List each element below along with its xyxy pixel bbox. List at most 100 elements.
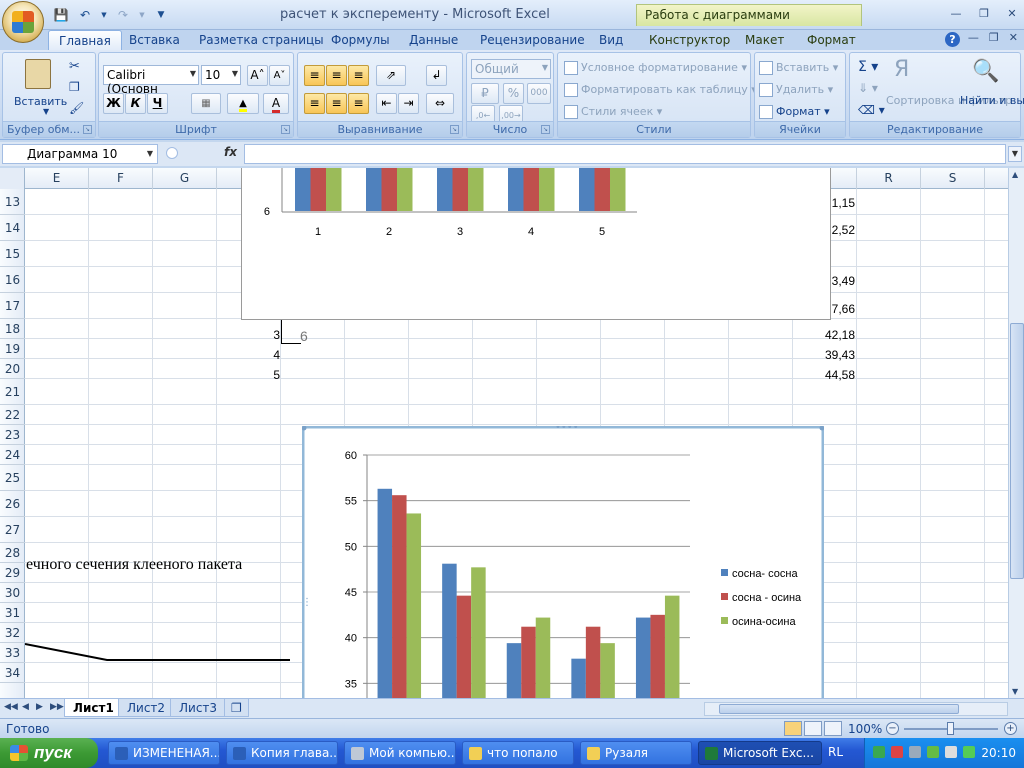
grow-font-icon[interactable]: A˄ xyxy=(247,65,268,86)
underline-button[interactable]: Ч xyxy=(147,93,168,114)
clipboard-launcher-icon[interactable]: ↘ xyxy=(83,125,92,134)
formula-handle-icon[interactable] xyxy=(166,147,178,159)
row-header-14[interactable]: 14 xyxy=(0,215,25,241)
font-color-icon[interactable]: A xyxy=(263,93,289,114)
select-all-corner[interactable] xyxy=(0,168,25,189)
task-excel[interactable]: Microsoft Exc... xyxy=(698,741,822,765)
selected-chart[interactable]: ••••••••⋮⋮3035404550556012345сосна- сосн… xyxy=(301,422,830,698)
format-painter-icon[interactable]: 🖌 xyxy=(69,101,84,115)
format-cells-button[interactable]: Формат ▾ xyxy=(759,105,830,119)
workbook-restore-icon[interactable]: ❐ xyxy=(989,31,999,44)
task-ruzalya[interactable]: Рузаля xyxy=(580,741,692,765)
increase-indent-icon[interactable]: ⇥ xyxy=(398,93,419,114)
column-header-r[interactable]: R xyxy=(857,168,921,189)
row-header-27[interactable]: 27 xyxy=(0,517,25,543)
row-header-23[interactable]: 23 xyxy=(0,425,25,445)
workbook-minimize-icon[interactable]: — xyxy=(968,31,979,44)
insert-sheet-icon[interactable]: ❐ xyxy=(224,699,249,717)
cell-styles-button[interactable]: Стили ячеек ▾ xyxy=(564,105,662,119)
row-header-32[interactable]: 32 xyxy=(0,623,25,643)
tray-update-icon[interactable] xyxy=(909,746,921,758)
worksheet-grid[interactable]: EFGHIJKLMNOPQRS 131415161718192021222324… xyxy=(0,168,1008,698)
column-header-s[interactable]: S xyxy=(921,168,985,189)
customize-qat-icon[interactable]: ▼ xyxy=(152,6,170,24)
start-button[interactable]: пуск xyxy=(0,738,98,768)
tab-format[interactable]: Формат xyxy=(807,33,856,47)
cut-icon[interactable]: ✂ xyxy=(69,59,80,74)
sort-filter-icon[interactable]: Я xyxy=(894,57,909,82)
row-header-25[interactable]: 25 xyxy=(0,465,25,491)
language-indicator[interactable]: RL xyxy=(828,745,843,759)
align-center-icon[interactable]: ≡ xyxy=(326,93,347,114)
row-header-31[interactable]: 31 xyxy=(0,603,25,623)
clear-icon[interactable]: ⌫ ▾ xyxy=(858,103,885,117)
sheet-text[interactable]: ечного сечения клееного пакета xyxy=(26,556,242,574)
redo-dropdown-icon[interactable]: ▼ xyxy=(138,6,146,24)
undo-dropdown-icon[interactable]: ▼ xyxy=(100,6,108,24)
row-header-21[interactable]: 21 xyxy=(0,379,25,405)
cell-q20[interactable]: 44,58 xyxy=(800,368,855,382)
row-header-34[interactable]: 34 xyxy=(0,663,25,683)
drawn-line-shape[interactable] xyxy=(25,636,295,666)
conditional-formatting-button[interactable]: Условное форматирование ▾ xyxy=(564,61,747,75)
align-right-icon[interactable]: ≡ xyxy=(348,93,369,114)
paste-dropdown-icon[interactable]: ▼ xyxy=(43,107,49,116)
thousands-icon[interactable]: 000 xyxy=(527,83,551,104)
tab-page-layout[interactable]: Разметка страницы xyxy=(199,33,324,47)
page-layout-view-icon[interactable] xyxy=(804,721,822,736)
cell-q19[interactable]: 39,43 xyxy=(800,348,855,362)
row-header-33[interactable]: 33 xyxy=(0,643,25,663)
scroll-up-icon[interactable]: ▲ xyxy=(1012,170,1018,179)
shrink-font-icon[interactable]: A˅ xyxy=(269,65,290,86)
cell-h18[interactable]: 3 xyxy=(250,328,280,342)
horizontal-scrollbar[interactable] xyxy=(704,702,1008,716)
row-header-29[interactable]: 29 xyxy=(0,563,25,583)
row-header-16[interactable]: 16 xyxy=(0,267,25,293)
format-as-table-button[interactable]: Форматировать как таблицу ▾ xyxy=(564,83,757,97)
task-my-computer[interactable]: Мой компью... xyxy=(344,741,456,765)
tray-volume-icon[interactable] xyxy=(945,746,957,758)
task-kopiya[interactable]: Копия глава... xyxy=(226,741,338,765)
prev-sheet-icon[interactable]: ◀ xyxy=(22,702,29,712)
horizontal-scroll-thumb[interactable] xyxy=(719,704,959,714)
merge-center-icon[interactable]: ⇔ xyxy=(426,93,454,114)
row-header-19[interactable]: 19 xyxy=(0,339,25,359)
font-name-combo[interactable]: Calibri (Основн ▼ xyxy=(103,65,199,96)
tray-display-icon[interactable] xyxy=(963,746,975,758)
sheet-tab-2[interactable]: Лист2 xyxy=(118,699,175,717)
tab-review[interactable]: Рецензирование xyxy=(480,33,585,47)
row-header-15[interactable]: 15 xyxy=(0,241,25,267)
workbook-close-icon[interactable]: ✕ xyxy=(1009,31,1018,44)
minimize-icon[interactable]: — xyxy=(948,5,964,21)
find-select-button[interactable]: Найти и выделить xyxy=(960,95,1024,107)
wrap-text-icon[interactable]: ↲ xyxy=(426,65,447,86)
insert-function-button[interactable]: fx xyxy=(224,145,237,159)
italic-button[interactable]: К xyxy=(125,93,146,114)
zoom-out-icon[interactable]: − xyxy=(886,722,899,735)
bold-button[interactable]: Ж xyxy=(103,93,124,114)
row-header-26[interactable]: 26 xyxy=(0,491,25,517)
row-header-28[interactable]: 28 xyxy=(0,543,25,563)
expand-formula-bar-icon[interactable]: ▼ xyxy=(1008,146,1022,162)
tray-network-icon[interactable] xyxy=(873,746,885,758)
fill-icon[interactable]: ⇓ ▾ xyxy=(858,81,878,95)
paste-icon[interactable] xyxy=(25,59,51,89)
redo-icon[interactable]: ↷ xyxy=(114,6,132,24)
column-header-g[interactable]: G xyxy=(153,168,217,189)
cell-h19[interactable]: 4 xyxy=(250,348,280,362)
row-header-17[interactable]: 17 xyxy=(0,293,25,319)
tab-view[interactable]: Вид xyxy=(599,33,623,47)
vertical-scrollbar[interactable]: ▲ ▼ xyxy=(1008,168,1024,698)
row-header-20[interactable]: 20 xyxy=(0,359,25,379)
vertical-scroll-thumb[interactable] xyxy=(1010,323,1024,579)
row-header-18[interactable]: 18 xyxy=(0,319,25,339)
sheet-tab-1[interactable]: Лист1 xyxy=(64,699,123,717)
undo-icon[interactable]: ↶ xyxy=(76,6,94,24)
normal-view-icon[interactable] xyxy=(784,721,802,736)
tray-app-icon[interactable] xyxy=(927,746,939,758)
find-select-icon[interactable]: 🔍 xyxy=(972,59,999,84)
name-box[interactable]: Диаграмма 10 ▼ xyxy=(2,144,158,164)
last-sheet-icon[interactable]: ▶▶ xyxy=(50,702,64,712)
align-top-icon[interactable]: ≡ xyxy=(304,65,325,86)
zoom-in-icon[interactable]: + xyxy=(1004,722,1017,735)
